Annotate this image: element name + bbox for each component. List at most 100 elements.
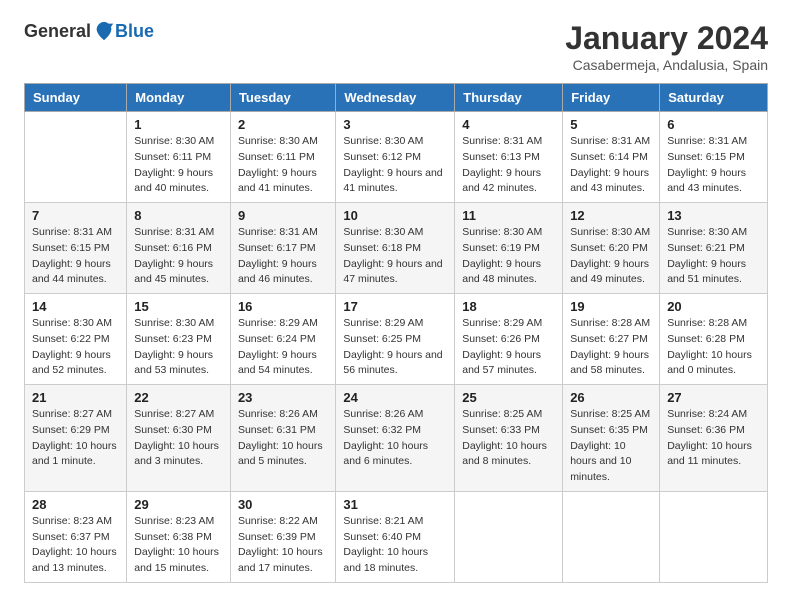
day-number: 10 — [343, 208, 447, 223]
calendar-cell: 5Sunrise: 8:31 AMSunset: 6:14 PMDaylight… — [563, 112, 660, 203]
day-info: Sunrise: 8:31 AMSunset: 6:15 PMDaylight:… — [667, 134, 760, 197]
day-number: 27 — [667, 390, 760, 405]
day-info: Sunrise: 8:30 AMSunset: 6:20 PMDaylight:… — [570, 225, 652, 288]
calendar-cell: 7Sunrise: 8:31 AMSunset: 6:15 PMDaylight… — [25, 203, 127, 294]
location-title: Casabermeja, Andalusia, Spain — [565, 57, 768, 73]
week-row-2: 7Sunrise: 8:31 AMSunset: 6:15 PMDaylight… — [25, 203, 768, 294]
day-info: Sunrise: 8:30 AMSunset: 6:23 PMDaylight:… — [134, 316, 223, 379]
column-header-tuesday: Tuesday — [230, 84, 335, 112]
day-info: Sunrise: 8:24 AMSunset: 6:36 PMDaylight:… — [667, 407, 760, 470]
calendar-cell: 15 Sunrise: 8:30 AMSunset: 6:23 PMDayligh… — [127, 294, 231, 385]
day-number: 18 — [462, 299, 555, 314]
day-number: 13 — [667, 208, 760, 223]
day-number: 19 — [570, 299, 652, 314]
day-number: 4 — [462, 117, 555, 132]
day-info: Sunrise: 8:25 AMSunset: 6:33 PMDaylight:… — [462, 407, 555, 470]
day-number: 30 — [238, 497, 328, 512]
calendar-cell: 17Sunrise: 8:29 AMSunset: 6:25 PMDayligh… — [336, 294, 455, 385]
day-info: Sunrise: 8:23 AMSunset: 6:38 PMDaylight:… — [134, 514, 223, 577]
logo-icon — [93, 20, 115, 42]
day-info: Sunrise: 8:26 AMSunset: 6:32 PMDaylight:… — [343, 407, 447, 470]
day-info: Sunrise: 8:31 AMSunset: 6:16 PMDaylight:… — [134, 225, 223, 288]
day-number: 2 — [238, 117, 328, 132]
calendar-cell: 11 Sunrise: 8:30 AMSunset: 6:19 PMDayligh… — [455, 203, 563, 294]
day-info: Sunrise: 8:30 AMSunset: 6:11 PMDaylight:… — [134, 134, 223, 197]
day-info: Sunrise: 8:30 AMSunset: 6:22 PMDaylight:… — [32, 316, 119, 379]
calendar-cell: 8 Sunrise: 8:31 AMSunset: 6:16 PMDaylight… — [127, 203, 231, 294]
day-number: 24 — [343, 390, 447, 405]
day-info: Sunrise: 8:30 AMSunset: 6:11 PMDaylight:… — [238, 134, 328, 197]
title-area: January 2024 Casabermeja, Andalusia, Spa… — [565, 20, 768, 73]
calendar-cell: 29 Sunrise: 8:23 AMSunset: 6:38 PMDayligh… — [127, 491, 231, 582]
day-info: Sunrise: 8:30 AMSunset: 6:21 PMDaylight:… — [667, 225, 760, 288]
calendar-cell: 30 Sunrise: 8:22 AMSunset: 6:39 PMDayligh… — [230, 491, 335, 582]
day-info: Sunrise: 8:31 AMSunset: 6:14 PMDaylight:… — [570, 134, 652, 197]
day-info: Sunrise: 8:29 AMSunset: 6:24 PMDaylight:… — [238, 316, 328, 379]
calendar-cell: 18 Sunrise: 8:29 AMSunset: 6:26 PMDayligh… — [455, 294, 563, 385]
day-number: 29 — [134, 497, 223, 512]
day-number: 12 — [570, 208, 652, 223]
day-number: 26 — [570, 390, 652, 405]
day-info: Sunrise: 8:30 AMSunset: 6:19 PMDaylight:… — [462, 225, 555, 288]
calendar-cell: 10Sunrise: 8:30 AMSunset: 6:18 PMDayligh… — [336, 203, 455, 294]
day-info: Sunrise: 8:21 AMSunset: 6:40 PMDaylight:… — [343, 514, 447, 577]
week-row-5: 28 Sunrise: 8:23 AMSunset: 6:37 PMDayligh… — [25, 491, 768, 582]
calendar-cell — [455, 491, 563, 582]
calendar-cell: 16 Sunrise: 8:29 AMSunset: 6:24 PMDayligh… — [230, 294, 335, 385]
calendar-cell: 2 Sunrise: 8:30 AMSunset: 6:11 PMDaylight… — [230, 112, 335, 203]
logo-general: General — [24, 21, 91, 42]
calendar-cell: 20Sunrise: 8:28 AMSunset: 6:28 PMDayligh… — [660, 294, 768, 385]
day-info: Sunrise: 8:28 AMSunset: 6:27 PMDaylight:… — [570, 316, 652, 379]
day-number: 14 — [32, 299, 119, 314]
day-number: 15 — [134, 299, 223, 314]
calendar-cell: 27 Sunrise: 8:24 AMSunset: 6:36 PMDayligh… — [660, 385, 768, 492]
day-number: 21 — [32, 390, 119, 405]
day-info: Sunrise: 8:31 AMSunset: 6:17 PMDaylight:… — [238, 225, 328, 288]
calendar-cell: 21 Sunrise: 8:27 AMSunset: 6:29 PMDayligh… — [25, 385, 127, 492]
calendar-cell: 31 Sunrise: 8:21 AMSunset: 6:40 PMDayligh… — [336, 491, 455, 582]
calendar-cell: 4 Sunrise: 8:31 AMSunset: 6:13 PMDaylight… — [455, 112, 563, 203]
header: General Blue January 2024 Casabermeja, A… — [24, 20, 768, 73]
calendar-cell: 13 Sunrise: 8:30 AMSunset: 6:21 PMDayligh… — [660, 203, 768, 294]
calendar-cell — [660, 491, 768, 582]
day-info: Sunrise: 8:31 AMSunset: 6:15 PMDaylight:… — [32, 225, 119, 288]
month-title: January 2024 — [565, 20, 768, 57]
day-number: 16 — [238, 299, 328, 314]
calendar-cell: 9 Sunrise: 8:31 AMSunset: 6:17 PMDaylight… — [230, 203, 335, 294]
week-row-1: 1Sunrise: 8:30 AMSunset: 6:11 PMDaylight… — [25, 112, 768, 203]
day-info: Sunrise: 8:22 AMSunset: 6:39 PMDaylight:… — [238, 514, 328, 577]
calendar-table: SundayMondayTuesdayWednesdayThursdayFrid… — [24, 83, 768, 583]
column-header-thursday: Thursday — [455, 84, 563, 112]
column-header-wednesday: Wednesday — [336, 84, 455, 112]
day-number: 25 — [462, 390, 555, 405]
day-number: 31 — [343, 497, 447, 512]
day-number: 6 — [667, 117, 760, 132]
week-row-3: 14 Sunrise: 8:30 AMSunset: 6:22 PMDayligh… — [25, 294, 768, 385]
day-number: 28 — [32, 497, 119, 512]
week-row-4: 21 Sunrise: 8:27 AMSunset: 6:29 PMDayligh… — [25, 385, 768, 492]
logo-blue: Blue — [115, 21, 154, 42]
column-header-saturday: Saturday — [660, 84, 768, 112]
day-number: 23 — [238, 390, 328, 405]
day-number: 8 — [134, 208, 223, 223]
calendar-cell: 14 Sunrise: 8:30 AMSunset: 6:22 PMDayligh… — [25, 294, 127, 385]
day-info: Sunrise: 8:23 AMSunset: 6:37 PMDaylight:… — [32, 514, 119, 577]
day-info: Sunrise: 8:27 AMSunset: 6:29 PMDaylight:… — [32, 407, 119, 470]
day-info: Sunrise: 8:27 AMSunset: 6:30 PMDaylight:… — [134, 407, 223, 470]
calendar-cell: 3Sunrise: 8:30 AMSunset: 6:12 PMDaylight… — [336, 112, 455, 203]
calendar-cell: 12 Sunrise: 8:30 AMSunset: 6:20 PMDayligh… — [563, 203, 660, 294]
column-header-friday: Friday — [563, 84, 660, 112]
day-number: 9 — [238, 208, 328, 223]
calendar-cell: 24 Sunrise: 8:26 AMSunset: 6:32 PMDayligh… — [336, 385, 455, 492]
calendar-cell: 19 Sunrise: 8:28 AMSunset: 6:27 PMDayligh… — [563, 294, 660, 385]
day-number: 11 — [462, 208, 555, 223]
day-number: 17 — [343, 299, 447, 314]
column-header-monday: Monday — [127, 84, 231, 112]
calendar-cell: 25 Sunrise: 8:25 AMSunset: 6:33 PMDayligh… — [455, 385, 563, 492]
calendar-cell: 23Sunrise: 8:26 AMSunset: 6:31 PMDayligh… — [230, 385, 335, 492]
day-info: Sunrise: 8:30 AMSunset: 6:12 PMDaylight:… — [343, 134, 447, 197]
calendar-cell: 22Sunrise: 8:27 AMSunset: 6:30 PMDayligh… — [127, 385, 231, 492]
day-info: Sunrise: 8:29 AMSunset: 6:26 PMDaylight:… — [462, 316, 555, 379]
logo: General Blue — [24, 20, 154, 42]
day-info: Sunrise: 8:31 AMSunset: 6:13 PMDaylight:… — [462, 134, 555, 197]
